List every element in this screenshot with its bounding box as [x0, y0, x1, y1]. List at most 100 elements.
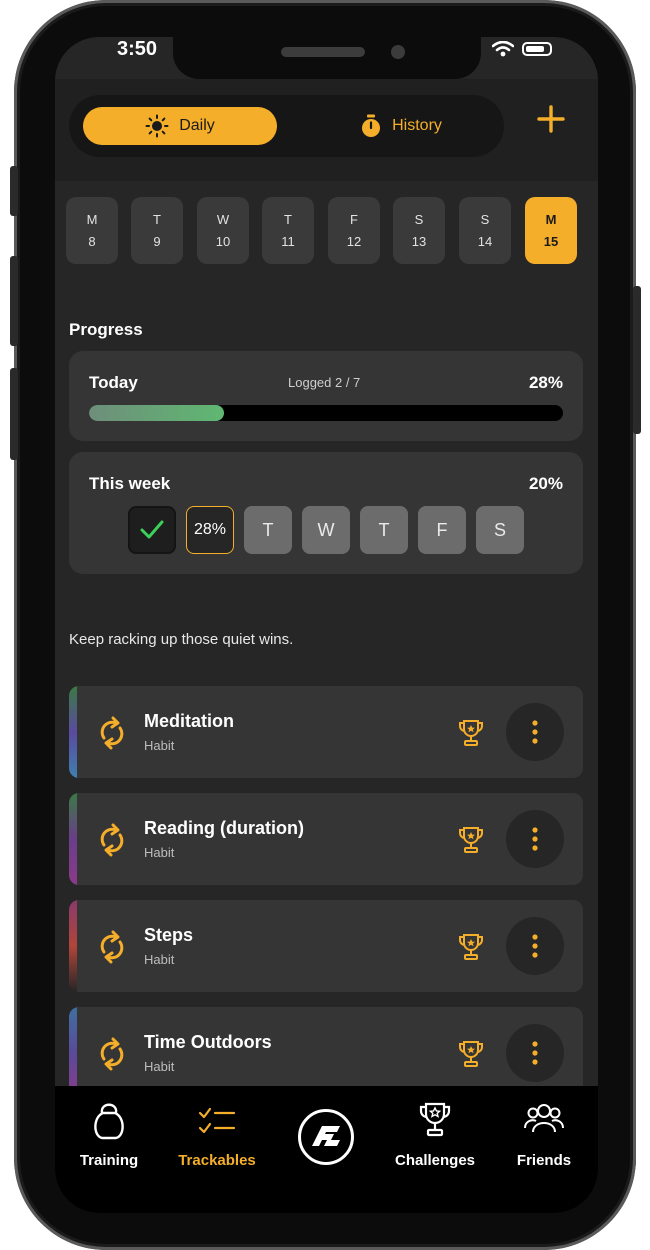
today-progress-fill — [89, 405, 225, 421]
week-day[interactable]: W — [302, 506, 350, 554]
header-bar: Daily History — [55, 79, 598, 181]
checkmark-icon — [140, 520, 164, 539]
day-pill[interactable]: W 10 — [197, 197, 249, 264]
sync-icon — [100, 930, 124, 964]
today-progress-card: Today Logged 2 / 7 28% — [69, 351, 583, 441]
strip-cover — [77, 793, 83, 885]
week-percent: 20% — [528, 474, 563, 493]
week-day-current[interactable]: 28% — [186, 506, 234, 554]
checklist-icon — [162, 1100, 272, 1140]
history-tab[interactable]: History — [341, 107, 461, 145]
habit-type: Habit — [144, 1059, 175, 1074]
daily-tab[interactable]: Daily — [83, 107, 277, 145]
habit-type: Habit — [144, 738, 175, 753]
speaker-grille — [281, 47, 365, 57]
add-button[interactable] — [535, 103, 567, 135]
trophy-icon[interactable] — [458, 1040, 484, 1068]
day-number: 13 — [411, 233, 427, 249]
main-content: Progress Today Logged 2 / 7 28% This wee… — [55, 281, 598, 1134]
sun-icon — [145, 114, 169, 138]
day-number: 9 — [153, 233, 161, 249]
battery-icon — [522, 42, 552, 56]
habit-name: Reading (duration) — [144, 818, 304, 838]
stopwatch-icon — [362, 114, 381, 137]
nav-friends-label: Friends — [516, 1152, 572, 1169]
day-letter: M — [545, 211, 557, 227]
power-button — [633, 286, 641, 434]
progress-title: Progress — [69, 320, 143, 339]
trophy-icon — [380, 1100, 490, 1140]
history-tab-label: History — [392, 117, 442, 134]
day-pill[interactable]: S 13 — [393, 197, 445, 264]
day-pill[interactable]: T 11 — [262, 197, 314, 264]
nav-training-label: Training — [79, 1152, 139, 1169]
day-pill[interactable]: F 12 — [328, 197, 380, 264]
today-label: Today — [89, 373, 138, 392]
trophy-icon[interactable] — [458, 719, 484, 747]
habit-card[interactable]: Reading (duration) Habit — [69, 793, 583, 885]
more-options-button[interactable] — [506, 1024, 564, 1082]
day-letter: S — [480, 211, 490, 227]
sync-icon — [100, 1037, 124, 1071]
day-number: 14 — [477, 233, 493, 249]
strip-cover — [77, 900, 83, 992]
day-letter: T — [153, 211, 161, 227]
day-number: 8 — [88, 233, 96, 249]
habit-card[interactable]: Steps Habit — [69, 900, 583, 992]
today-percent: 28% — [528, 373, 563, 392]
trophy-icon[interactable] — [458, 826, 484, 854]
logged-count: Logged 2 / 7 — [288, 375, 361, 390]
sync-icon — [100, 823, 124, 857]
volume-down-button — [10, 368, 18, 460]
week-day-completed[interactable] — [128, 506, 176, 554]
more-vertical-icon — [532, 934, 538, 958]
mute-switch — [10, 166, 18, 216]
habit-name: Time Outdoors — [144, 1032, 272, 1052]
day-pill[interactable]: M8 — [66, 197, 118, 264]
volume-up-button — [10, 256, 18, 346]
status-icons — [492, 41, 552, 57]
habit-card[interactable]: Meditation Habit — [69, 686, 583, 778]
day-number: 12 — [346, 233, 362, 249]
nav-challenges-label: Challenges — [394, 1152, 476, 1169]
kettlebell-icon — [55, 1100, 164, 1140]
day-number: 10 — [215, 233, 231, 249]
notch — [173, 37, 481, 79]
status-time: 3:50 — [117, 38, 158, 60]
people-icon — [489, 1100, 598, 1140]
bottom-nav: Training Trackables Challenges Friends — [55, 1086, 598, 1213]
week-progress-card: This week 20% 28% T W T F S — [69, 452, 583, 574]
front-camera — [391, 45, 405, 59]
wifi-icon — [492, 41, 514, 57]
trophy-icon[interactable] — [458, 933, 484, 961]
nav-trackables-label: Trackables — [178, 1152, 256, 1169]
more-options-button[interactable] — [506, 810, 564, 868]
more-options-button[interactable] — [506, 703, 564, 761]
day-letter: T — [284, 211, 292, 227]
week-day[interactable]: S — [476, 506, 524, 554]
habit-name: Steps — [144, 925, 194, 945]
daily-tab-label: Daily — [179, 117, 215, 134]
more-vertical-icon — [532, 827, 538, 851]
motivation-text: Keep racking up those quiet wins. — [69, 631, 294, 648]
day-pill-selected[interactable]: M 15 — [525, 197, 577, 264]
view-toggle: Daily History — [69, 95, 504, 157]
habit-name: Meditation — [144, 711, 234, 731]
day-pill[interactable]: S 14 — [459, 197, 511, 264]
day-letter: S — [414, 211, 424, 227]
week-day[interactable]: T — [360, 506, 408, 554]
week-day[interactable]: F — [418, 506, 466, 554]
day-pill[interactable]: T9 — [131, 197, 183, 264]
strip-cover — [77, 686, 83, 778]
day-letter: W — [216, 211, 230, 227]
app-logo-icon — [312, 1126, 340, 1146]
day-number: 15 — [543, 233, 559, 249]
day-letter: M — [86, 211, 98, 227]
day-letter: F — [350, 211, 358, 227]
more-options-button[interactable] — [506, 917, 564, 975]
habit-type: Habit — [144, 952, 175, 967]
more-vertical-icon — [532, 1041, 538, 1065]
app-logo-button[interactable] — [298, 1109, 354, 1165]
week-day[interactable]: T — [244, 506, 292, 554]
day-number: 11 — [281, 233, 295, 249]
